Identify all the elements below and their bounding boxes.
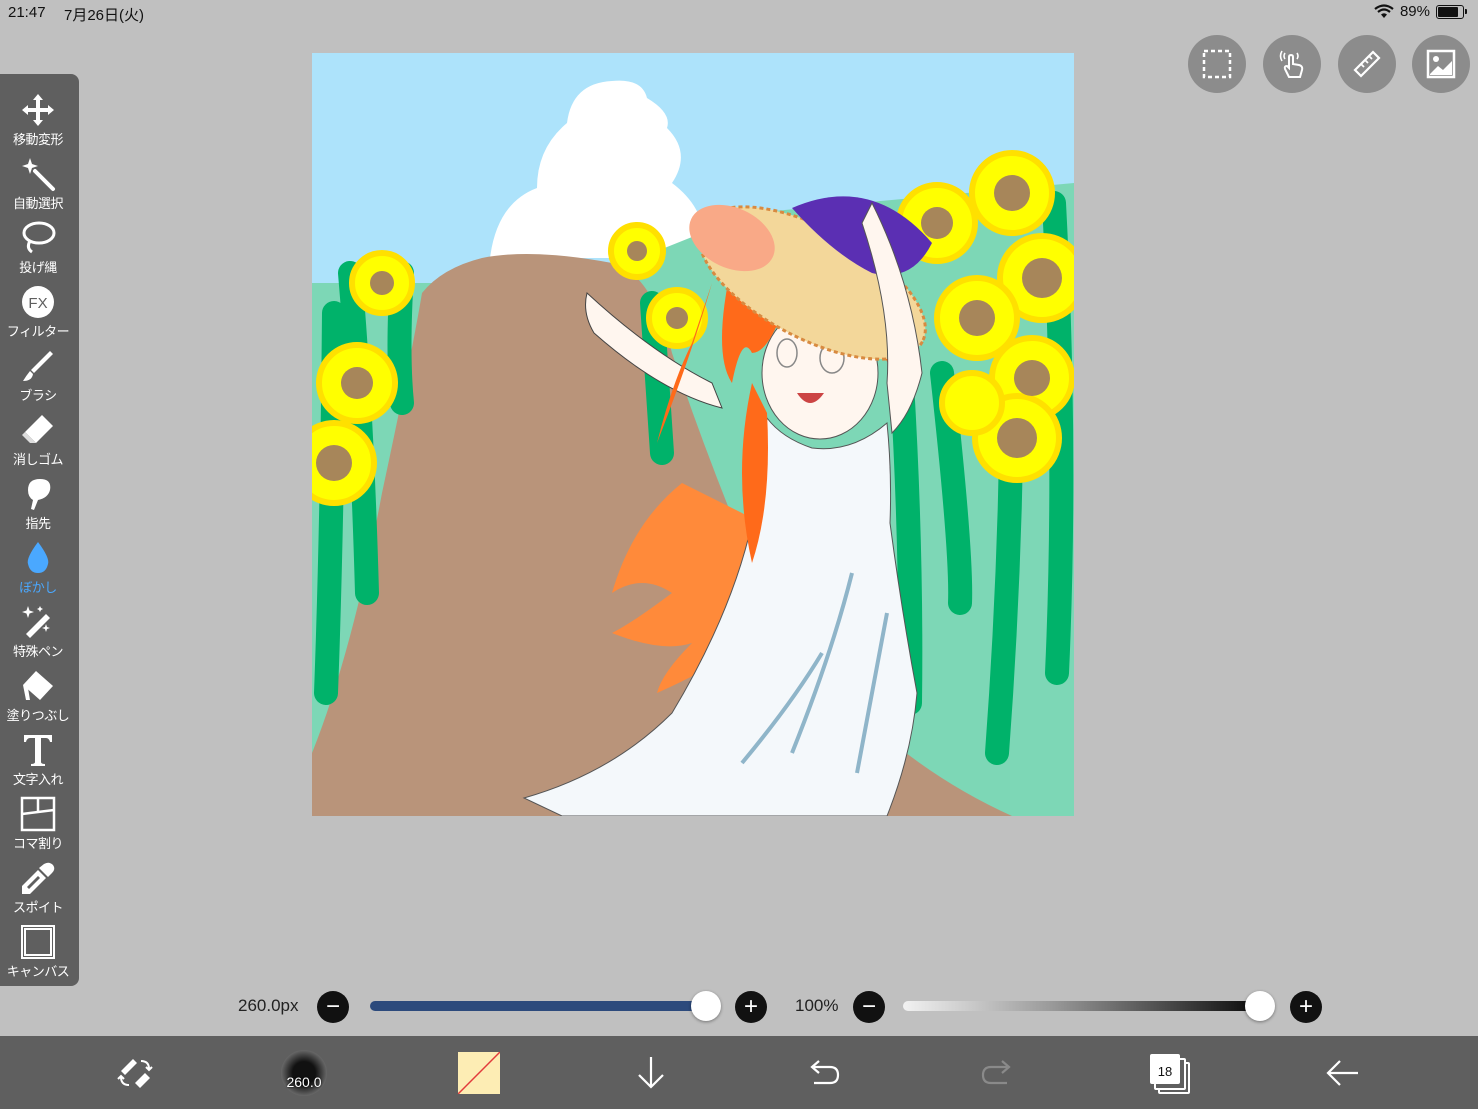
tool-magic-wand[interactable]: 自動選択 xyxy=(0,154,76,218)
touch-gesture-button[interactable] xyxy=(1263,35,1321,93)
frame-divider-icon xyxy=(20,796,56,832)
layers-icon: 18 xyxy=(1150,1053,1190,1094)
blur-drop-icon xyxy=(27,542,49,573)
layers-button[interactable]: 18 xyxy=(1148,1036,1190,1109)
swap-tool-button[interactable] xyxy=(112,1036,158,1109)
status-time: 21:47 xyxy=(8,4,46,21)
tool-label: フィルター xyxy=(6,324,70,339)
touch-gesture-icon xyxy=(1279,50,1304,78)
svg-text:FX: FX xyxy=(28,295,47,312)
tool-eraser[interactable]: 消しゴム xyxy=(0,410,76,474)
tool-label: 消しゴム xyxy=(12,452,64,467)
tool-label: 特殊ペン xyxy=(12,644,64,659)
selection-icon xyxy=(1202,49,1232,79)
opacity-plus-button[interactable]: + xyxy=(1290,991,1322,1023)
back-button[interactable] xyxy=(1321,1036,1363,1109)
redo-button[interactable] xyxy=(977,1036,1017,1109)
battery-icon xyxy=(1436,4,1467,19)
back-arrow-icon xyxy=(1326,1059,1358,1086)
opacity-label: 100% xyxy=(795,996,839,1015)
eyedropper-icon xyxy=(22,862,55,894)
status-right: 89% xyxy=(1374,3,1467,20)
drawing-canvas[interactable] xyxy=(312,53,1074,816)
tool-label: 文字入れ xyxy=(12,772,64,787)
fill-bucket-icon xyxy=(23,671,53,700)
download-arrow-icon xyxy=(638,1056,664,1089)
tool-label: 投げ縄 xyxy=(19,260,57,275)
ruler-icon xyxy=(1353,50,1381,78)
tool-label: 自動選択 xyxy=(12,196,64,211)
brush-preview: 260.0 xyxy=(281,1049,327,1096)
magic-wand-icon xyxy=(22,158,55,191)
reference-image-icon xyxy=(1426,49,1456,79)
tool-filter[interactable]: FX フィルター xyxy=(0,282,76,346)
color-swatch-button[interactable] xyxy=(457,1036,501,1109)
size-slider-knob[interactable] xyxy=(691,991,721,1021)
canvas-artwork xyxy=(312,53,1074,816)
swap-tool-icon xyxy=(117,1058,153,1088)
eraser-icon xyxy=(22,415,53,443)
tool-fill[interactable]: 塗りつぶし xyxy=(0,666,76,730)
move-transform-icon xyxy=(22,94,54,126)
tool-label: ぼかし xyxy=(19,580,57,595)
battery-fill xyxy=(1438,6,1458,17)
tool-blur[interactable]: ぼかし xyxy=(0,538,76,602)
layer-count: 18 xyxy=(1157,1063,1173,1079)
tool-eyedropper[interactable]: スポイト xyxy=(0,858,76,922)
tool-label: 指先 xyxy=(25,516,51,531)
selection-button[interactable] xyxy=(1188,35,1246,93)
smudge-finger-icon xyxy=(28,479,51,510)
tool-move-transform[interactable]: 移動変形 xyxy=(0,90,76,154)
tool-label: スポイト xyxy=(12,900,64,915)
opacity-slider-knob[interactable] xyxy=(1245,991,1275,1021)
tool-label: 移動変形 xyxy=(12,132,64,147)
tool-smudge[interactable]: 指先 xyxy=(0,474,76,538)
tool-frame-divider[interactable]: コマ割り xyxy=(0,794,76,858)
size-plus-button[interactable]: + xyxy=(735,991,767,1023)
redo-icon xyxy=(981,1059,1011,1084)
tool-canvas[interactable]: キャンバス xyxy=(0,922,76,986)
status-date: 7月26日(火) xyxy=(64,7,145,24)
size-slider-track[interactable] xyxy=(370,1001,706,1011)
tool-label: コマ割り xyxy=(12,836,64,851)
tool-brush[interactable]: ブラシ xyxy=(0,346,76,410)
brush-icon xyxy=(23,351,53,381)
status-bar: 21:47 7月26日(火) 89% xyxy=(0,0,1478,28)
undo-button[interactable] xyxy=(804,1036,844,1109)
text-tool-icon xyxy=(24,735,52,766)
tool-label: 塗りつぶし xyxy=(6,708,70,723)
battery-percent: 89% xyxy=(1399,3,1430,20)
reference-image-button[interactable] xyxy=(1412,35,1470,93)
color-swatch xyxy=(458,1051,500,1094)
bottom-toolbar: 260.0 18 xyxy=(0,1036,1478,1109)
tool-lasso[interactable]: 投げ縄 xyxy=(0,218,76,282)
brush-preview-button[interactable]: 260.0 xyxy=(279,1036,329,1109)
transparent-slash-icon xyxy=(458,1051,500,1094)
brush-size-value: 260.0 xyxy=(286,1073,322,1090)
special-pen-icon xyxy=(22,606,50,638)
opacity-minus-button[interactable]: − xyxy=(853,991,885,1023)
wifi-icon xyxy=(1374,4,1394,18)
brush-size-label: 260.0px xyxy=(238,996,299,1015)
tool-text[interactable]: 文字入れ xyxy=(0,730,76,794)
tool-special-pen[interactable]: 特殊ペン xyxy=(0,602,76,666)
tool-label: キャンバス xyxy=(6,964,70,979)
left-toolbar: 移動変形 自動選択 投げ縄 FX フィルター ブラシ 消しゴム 指先 ぼかし 特… xyxy=(0,74,79,986)
size-minus-button[interactable]: − xyxy=(317,991,349,1023)
fx-filter-icon: FX xyxy=(22,286,54,318)
lasso-icon xyxy=(22,221,56,254)
undo-icon xyxy=(810,1059,840,1084)
download-button[interactable] xyxy=(631,1036,671,1109)
canvas-icon xyxy=(21,925,55,959)
tool-label: ブラシ xyxy=(19,388,57,403)
ruler-button[interactable] xyxy=(1338,35,1396,93)
opacity-slider-track[interactable] xyxy=(903,1001,1273,1011)
